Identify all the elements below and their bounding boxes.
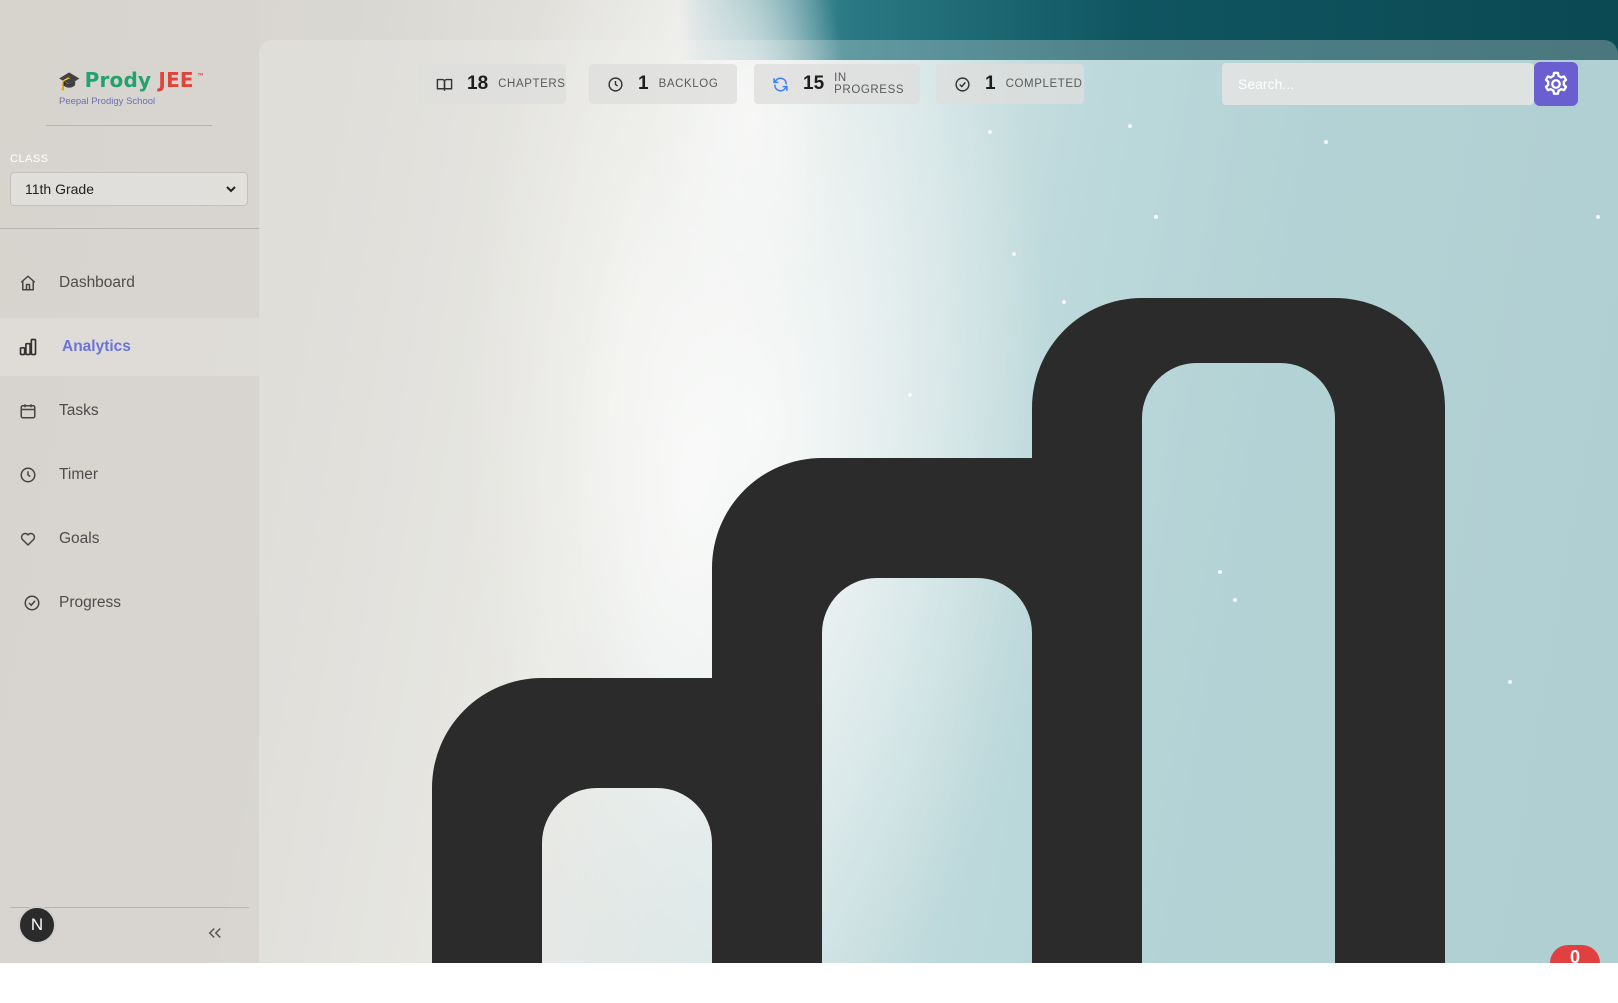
stat-backlog: 1 BACKLOG — [589, 64, 737, 104]
stat-in-progress-label: IN PROGRESS — [834, 72, 905, 96]
nav-item-timer[interactable]: Timer — [0, 446, 259, 504]
brand-logo[interactable]: 🎓 Prody JEE ™ Peepal Prodigy School — [58, 68, 205, 107]
class-select[interactable]: 11th Grade — [10, 172, 248, 206]
collapse-sidebar-button[interactable] — [206, 924, 226, 944]
home-icon — [18, 273, 38, 293]
nav-item-analytics[interactable]: Analytics — [0, 318, 259, 376]
stat-backlog-label: BACKLOG — [658, 78, 719, 90]
nav-label-analytics: Analytics — [62, 338, 131, 355]
bar-chart-icon — [18, 337, 38, 357]
chevron-down-icon — [226, 186, 236, 193]
nav-item-progress[interactable]: Progress — [0, 574, 259, 632]
stat-in-progress: 15 IN PROGRESS — [754, 64, 920, 104]
brand-divider — [46, 125, 212, 126]
nav-item-tasks[interactable]: Tasks — [0, 382, 259, 440]
nav-label-goals: Goals — [59, 530, 100, 547]
main-panel: 18 CHAPTERS 1 BACKLOG 15 IN PROGRESS 1 C… — [259, 40, 1618, 963]
class-divider — [0, 228, 259, 229]
search-input[interactable] — [1222, 63, 1534, 105]
refresh-icon — [772, 76, 789, 93]
nav-label-tasks: Tasks — [59, 402, 99, 419]
brand-name-jee: JEE — [158, 68, 194, 92]
stat-chapters-label: CHAPTERS — [498, 78, 566, 90]
nav-label-progress: Progress — [59, 594, 122, 611]
graduation-cap-icon: 🎓 — [58, 71, 81, 92]
clock-icon — [607, 76, 624, 93]
heart-icon — [18, 529, 38, 549]
bottom-strip — [0, 963, 1618, 1003]
stat-completed-value: 1 — [985, 73, 996, 94]
gear-icon — [1544, 71, 1568, 95]
user-avatar[interactable]: N — [18, 906, 56, 944]
loading-bars-logo — [432, 298, 1445, 963]
chevrons-left-icon — [208, 927, 221, 939]
stat-chapters: 18 CHAPTERS — [418, 64, 566, 104]
trademark-mark: ™ — [196, 72, 205, 82]
nav-label-timer: Timer — [59, 466, 99, 483]
nav-label-dashboard: Dashboard — [59, 274, 135, 291]
stat-in-progress-value: 15 — [803, 73, 825, 94]
clock-icon — [18, 465, 38, 485]
class-label: CLASS — [10, 153, 49, 165]
sidebar: 🎓 Prody JEE ™ Peepal Prodigy School CLASS … — [0, 0, 259, 963]
check-circle-icon — [954, 76, 971, 93]
notification-badge[interactable]: 0 — [1550, 945, 1600, 963]
book-icon — [436, 76, 453, 93]
calendar-icon — [18, 401, 38, 421]
stat-completed: 1 COMPLETED — [936, 64, 1084, 104]
nav-item-goals[interactable]: Goals — [0, 510, 259, 568]
stat-backlog-value: 1 — [638, 73, 649, 94]
brand-name-prody: Prody — [84, 68, 152, 92]
settings-button[interactable] — [1534, 62, 1578, 106]
nav-item-dashboard[interactable]: Dashboard — [0, 254, 259, 312]
class-select-value: 11th Grade — [25, 181, 95, 197]
stat-completed-label: COMPLETED — [1005, 78, 1083, 90]
check-circle-icon — [22, 593, 42, 613]
brand-subtitle: Peepal Prodigy School — [59, 96, 156, 107]
stat-chapters-value: 18 — [467, 73, 489, 94]
